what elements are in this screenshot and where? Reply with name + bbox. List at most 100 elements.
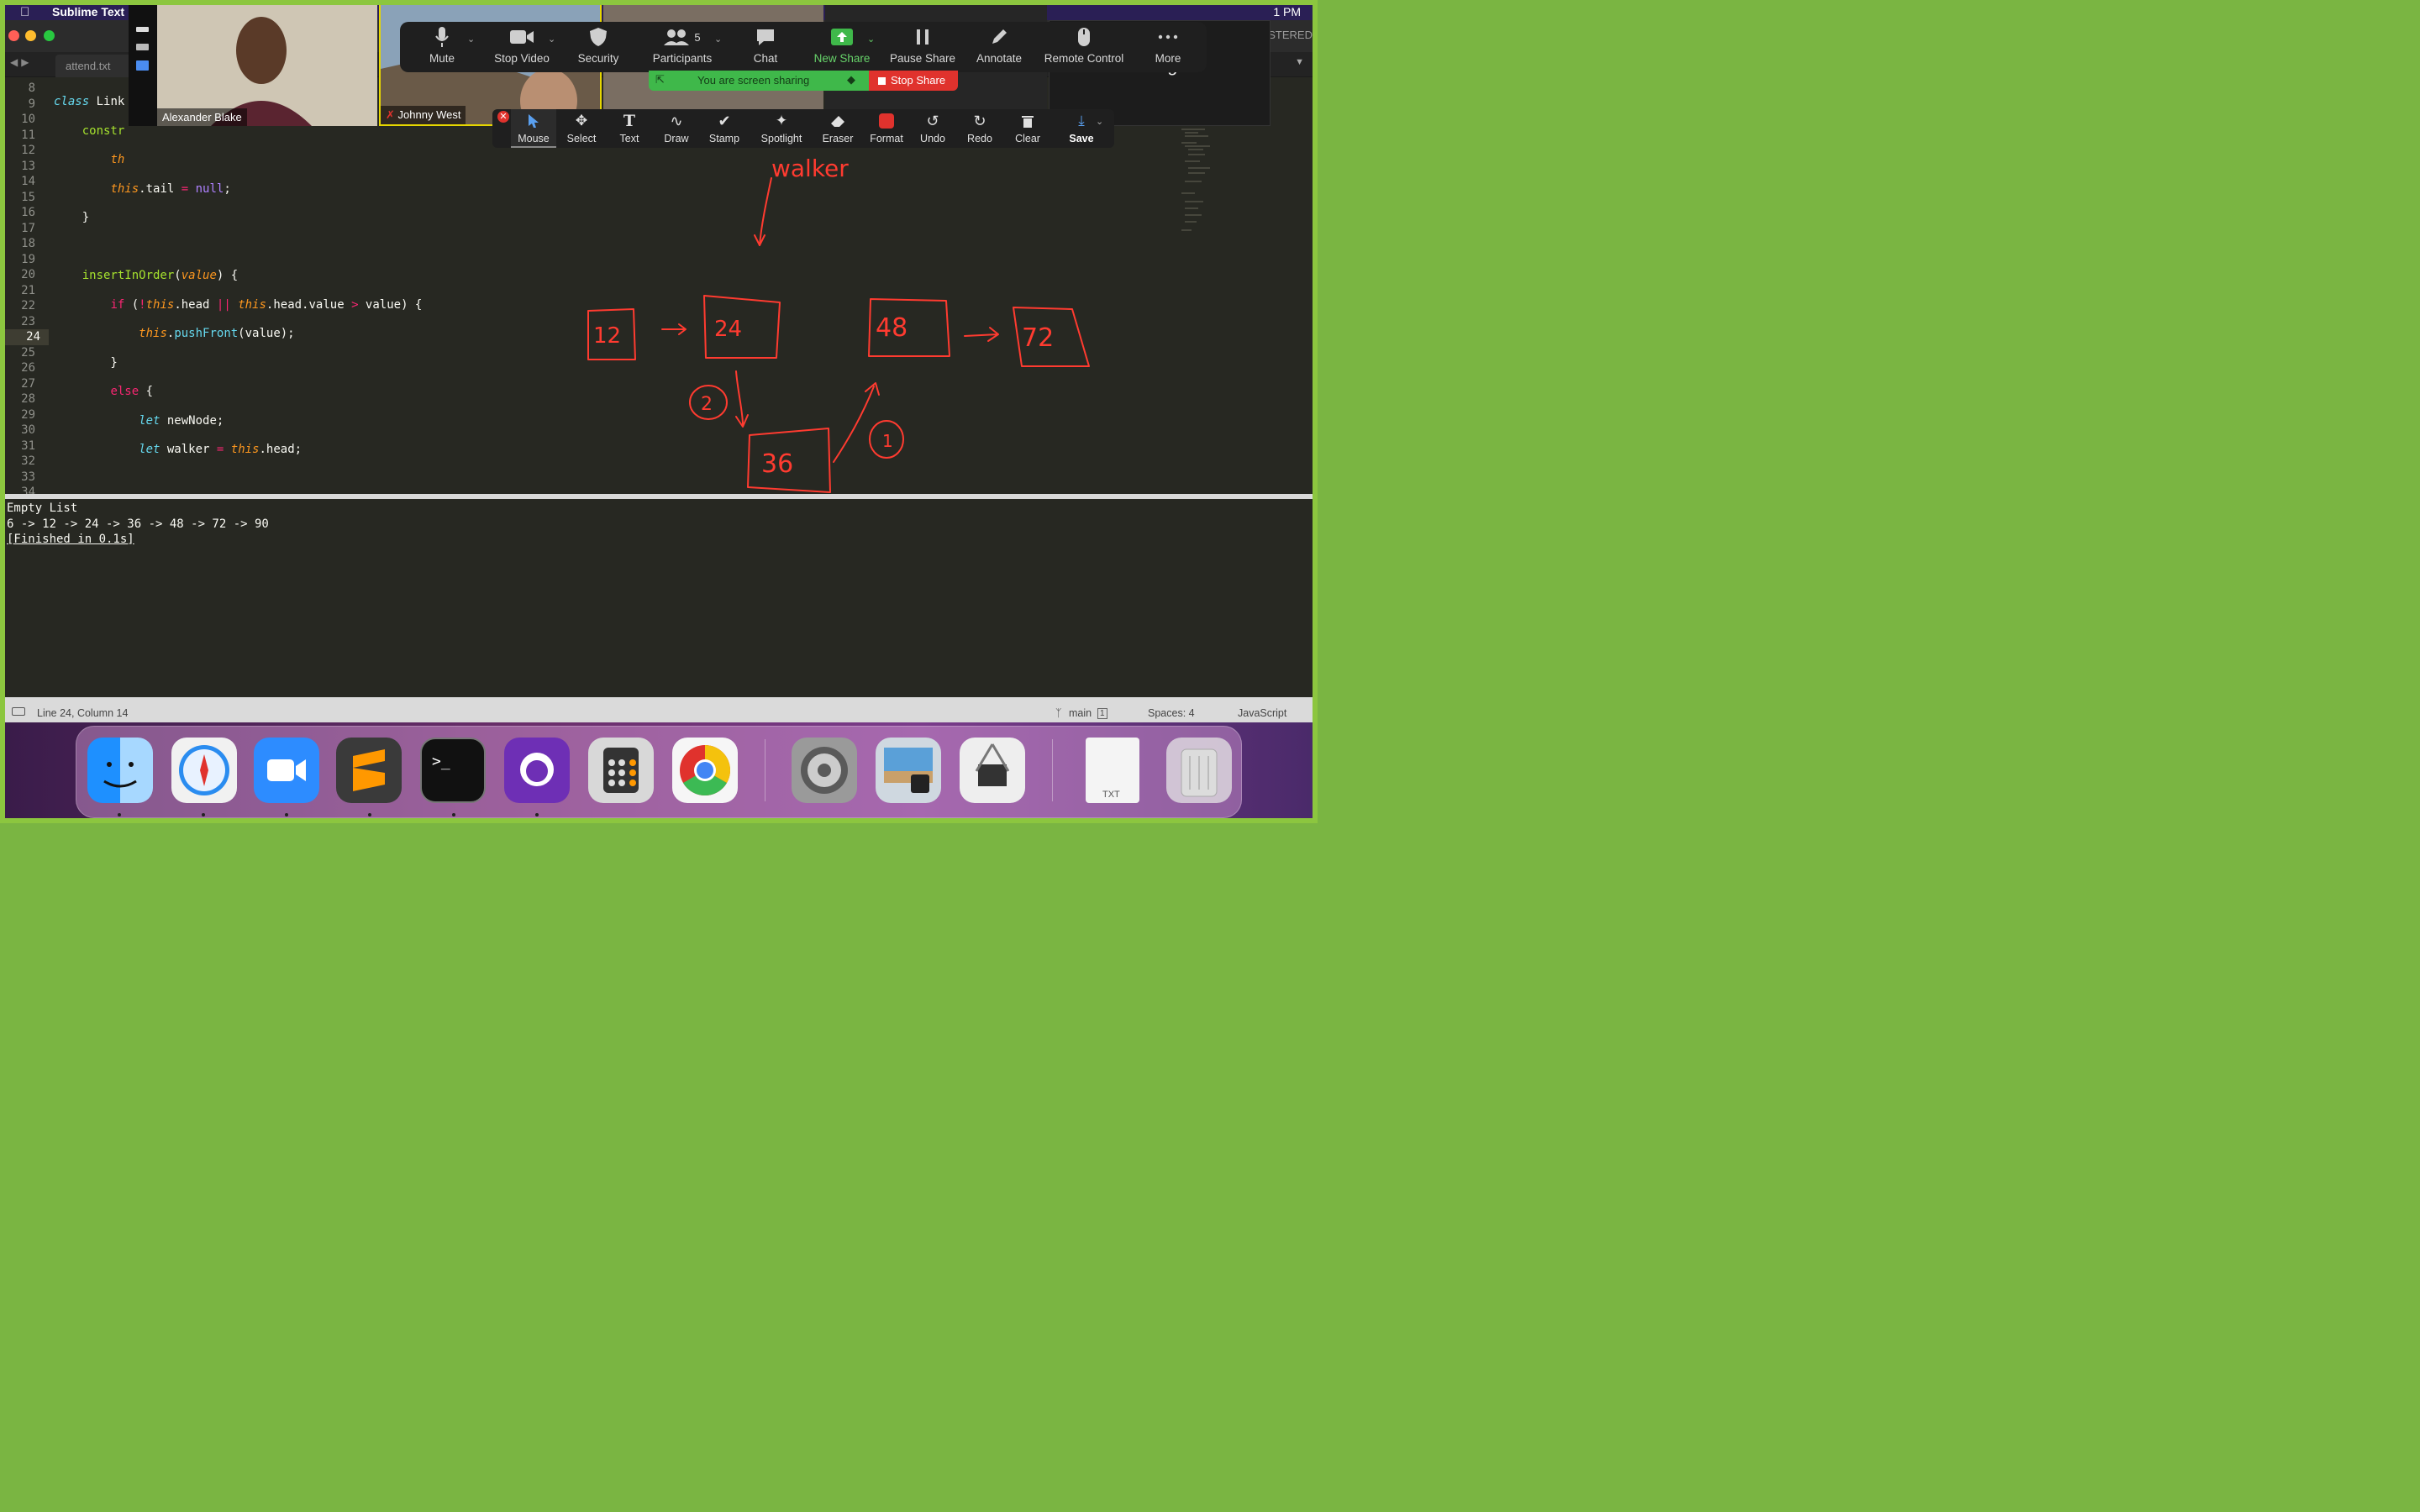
app-menu-name[interactable]: Sublime Text (52, 5, 124, 18)
annotation-drawing: walker 12 24 48 72 36 2 1 (587, 155, 1090, 493)
system-preferences-icon[interactable] (792, 738, 857, 803)
finder-icon[interactable] (87, 738, 153, 803)
chat-button[interactable]: Chat (744, 22, 786, 72)
select-tool[interactable]: ✥ Select (561, 109, 602, 148)
system-information-icon[interactable] (960, 738, 1025, 803)
mute-options-chevron-icon[interactable]: ⌄ (467, 34, 475, 45)
line-number: 16 (21, 206, 35, 219)
line-number: 21 (21, 283, 35, 297)
format-tool[interactable]: Format (865, 109, 908, 148)
video-strip-controls (129, 0, 157, 126)
share-options-chevron-icon[interactable]: ⌄ (867, 34, 875, 45)
running-indicator (118, 813, 121, 816)
line-number: 31 (21, 438, 35, 453)
preview-icon[interactable] (876, 738, 941, 803)
pause-share-button[interactable]: Pause Share (889, 22, 956, 72)
magic-wand-icon: ✦ (775, 113, 788, 129)
new-share-button[interactable]: New Share (812, 22, 872, 72)
running-indicator (452, 813, 455, 816)
git-branch[interactable]: main (1069, 707, 1092, 719)
pencil-icon (992, 29, 1007, 44)
mouse-tool-label: Mouse (518, 133, 550, 144)
line-number: 33 (21, 470, 35, 484)
stop-video-button[interactable]: Stop Video (491, 22, 553, 72)
terminal-icon[interactable]: >_ (420, 738, 486, 803)
code-text[interactable]: class Link constr th this.tail = null; }… (54, 81, 535, 494)
participant-name: ✗ Johnny West (381, 106, 466, 124)
save-options-chevron-icon[interactable]: ⌄ (1096, 116, 1103, 127)
spotlight-tool[interactable]: ✦ Spotlight (755, 109, 808, 148)
link-arrow-48-72 (964, 327, 999, 342)
redo-icon: ↻ (973, 112, 986, 129)
line-number: 23 (21, 314, 35, 328)
chrome-icon[interactable] (672, 738, 738, 803)
participants-chevron-icon[interactable]: ⌄ (714, 34, 722, 45)
build-output-panel[interactable]: Empty List 6 -> 12 -> 24 -> 36 -> 48 -> … (5, 499, 1313, 697)
remote-control-button[interactable]: Remote Control (1040, 22, 1128, 72)
gallery-view-icon[interactable] (136, 60, 149, 71)
close-window-icon[interactable] (8, 30, 19, 41)
line-number: 8 (28, 81, 35, 95)
trash-icon[interactable] (1166, 738, 1232, 803)
minimap[interactable] (1180, 126, 1213, 235)
undo-label: Undo (920, 133, 945, 144)
line-number: 30 (21, 423, 35, 437)
participants-icon (664, 29, 690, 45)
clear-button[interactable]: Clear (1010, 109, 1045, 148)
text-tool[interactable]: T Text (612, 109, 647, 148)
line-gutter: 8 9 10 11 12 13 14 15 16 17 18 19 20 21 22 23 24 25 26 27 28… (5, 81, 49, 494)
stop-share-button[interactable]: Stop Share (869, 71, 958, 91)
zoom-icon[interactable] (254, 738, 319, 803)
cursor-position[interactable]: Line 24, Column 14 (37, 707, 128, 719)
txt-file-label: TXT (1102, 790, 1120, 800)
calculator-icon[interactable] (588, 738, 654, 803)
tab-nav-arrows-icon[interactable]: ◀▶ (10, 56, 32, 68)
hide-videos-icon[interactable] (136, 44, 149, 50)
chat-label: Chat (753, 52, 778, 65)
video-tile-alexander[interactable]: Alexander Blake (157, 0, 377, 126)
mute-button[interactable]: Mute (417, 22, 467, 72)
zoom-window-icon[interactable] (44, 30, 55, 41)
syntax-mode[interactable]: JavaScript (1238, 707, 1286, 719)
running-indicator (368, 813, 371, 816)
line-number: 10 (21, 113, 35, 126)
checkmark-icon: ✔ (718, 112, 731, 129)
minimize-window-icon[interactable] (25, 30, 36, 41)
registration-label: STERED (1268, 29, 1313, 41)
redo-button[interactable]: ↻ Redo (963, 109, 997, 148)
github-desktop-icon[interactable] (504, 738, 570, 803)
participants-button[interactable]: 5 Participants (649, 22, 716, 72)
panel-toggle-icon[interactable] (12, 707, 25, 716)
line-number: 29 (21, 407, 35, 422)
indentation-setting[interactable]: Spaces: 4 (1148, 707, 1195, 719)
close-annotation-icon[interactable]: ✕ (497, 111, 509, 123)
safari-icon[interactable] (171, 738, 237, 803)
menu-clock[interactable]: 1 PM (1273, 5, 1301, 18)
stamp-tool[interactable]: ✔ Stamp (704, 109, 744, 148)
minimize-videos-icon[interactable] (136, 27, 149, 32)
mouse-icon (1078, 28, 1090, 46)
security-button[interactable]: Security (573, 22, 623, 72)
screen-sharing-banner[interactable]: ⇱ You are screen sharing ◆ (649, 71, 869, 91)
txt-file-icon[interactable]: TXT (1086, 738, 1139, 803)
ellipsis-icon (1158, 34, 1178, 39)
draw-tool[interactable]: ∿ Draw (657, 109, 696, 148)
output-line: [Finished in 0.1s] (7, 533, 134, 546)
more-button[interactable]: More (1150, 22, 1186, 72)
annotate-button[interactable]: Annotate (973, 22, 1025, 72)
tab-dropdown-icon[interactable]: ▼ (1295, 57, 1304, 67)
video-options-chevron-icon[interactable]: ⌄ (548, 34, 555, 45)
apple-icon[interactable]:  (20, 5, 29, 19)
stop-video-label: Stop Video (494, 52, 550, 65)
link-arrow-12-24 (661, 323, 687, 335)
mouse-tool[interactable]: Mouse (511, 109, 556, 148)
line-number: 24 (5, 329, 49, 345)
eraser-tool[interactable]: Eraser (818, 109, 857, 148)
output-line: Empty List (7, 501, 78, 515)
undo-button[interactable]: ↺ Undo (916, 109, 950, 148)
save-button[interactable]: ⤓ Save (1062, 109, 1101, 148)
undo-icon: ↺ (926, 112, 939, 129)
line-number: 34 (21, 486, 35, 494)
sublime-text-icon[interactable] (336, 738, 402, 803)
save-label: Save (1069, 133, 1094, 144)
